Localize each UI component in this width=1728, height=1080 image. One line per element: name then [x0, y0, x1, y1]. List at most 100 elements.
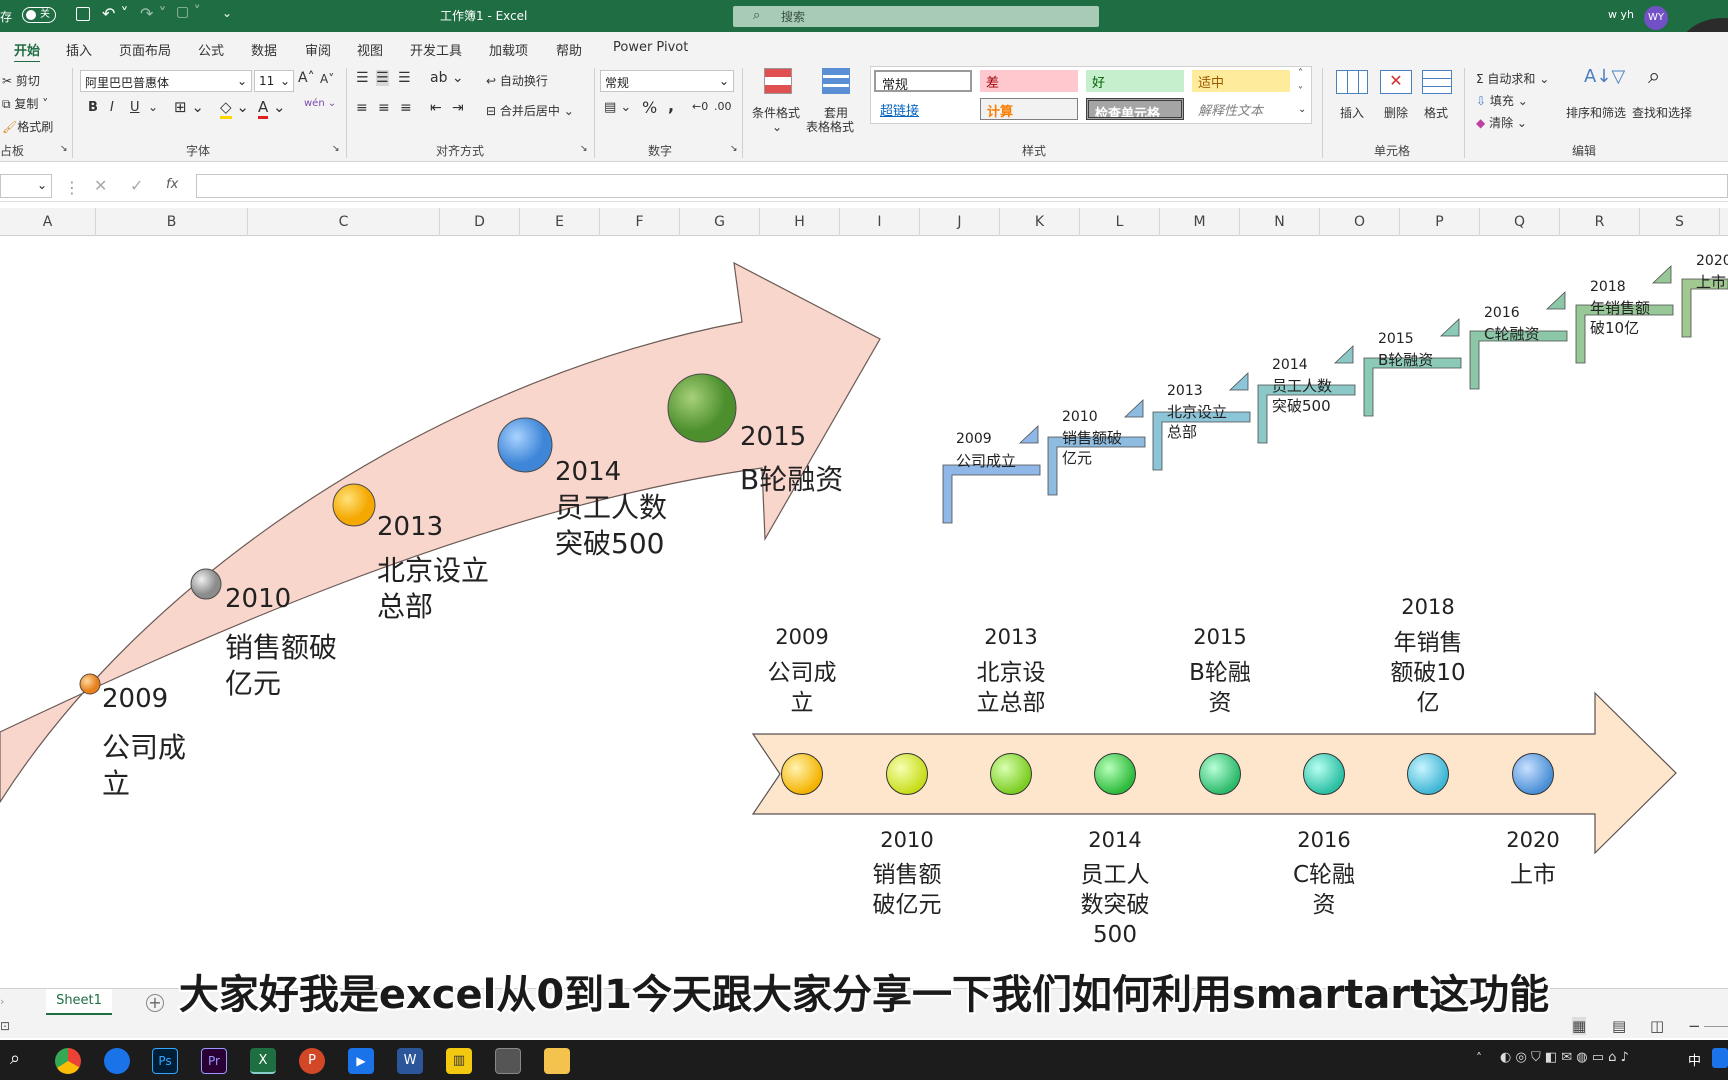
shrink-font-icon[interactable]: A˅ — [320, 72, 334, 86]
browser-icon[interactable] — [104, 1048, 130, 1074]
format-cells-icon[interactable] — [1422, 70, 1452, 94]
borders-icon[interactable]: ⊞ ⌄ — [174, 98, 204, 116]
conditional-format-button[interactable]: 条件格式 — [752, 104, 800, 121]
customize-qat-icon[interactable]: ⌄ — [222, 6, 232, 20]
tab-home[interactable]: 开始 — [14, 40, 41, 64]
insert-function-button[interactable]: fx — [166, 177, 178, 192]
table-format-line-2[interactable]: 表格格式 — [806, 118, 854, 135]
word-icon[interactable]: W — [397, 1048, 423, 1074]
fill-button[interactable]: ⇩ 填充 ⌄ — [1476, 92, 1528, 109]
tab-insert[interactable]: 插入 — [66, 40, 92, 59]
increase-indent-icon[interactable]: ⇥ — [452, 100, 464, 116]
style-neutral[interactable]: 适中 — [1192, 70, 1290, 92]
phonetic-icon[interactable]: wén ⌄ — [304, 98, 336, 109]
increase-decimal-icon[interactable]: ←0 — [692, 100, 708, 113]
percent-button[interactable]: % — [642, 98, 657, 117]
grow-font-icon[interactable]: A˄ — [298, 70, 315, 86]
column-header[interactable]: G — [680, 208, 760, 236]
autosave-toggle[interactable]: 关 — [22, 7, 56, 23]
format-cells-button[interactable]: 格式 — [1424, 104, 1448, 121]
column-header[interactable]: K — [1000, 208, 1080, 236]
style-bad[interactable]: 差 — [980, 70, 1078, 92]
cut-button[interactable]: ✂ 剪切 — [2, 72, 40, 89]
macro-record-icon[interactable]: ⊡ — [0, 1019, 10, 1033]
style-good[interactable]: 好 — [1086, 70, 1184, 92]
enter-icon[interactable]: ✓ — [130, 176, 143, 195]
style-calculation[interactable]: 计算 — [980, 98, 1078, 120]
bold-button[interactable]: B — [88, 100, 98, 115]
column-header[interactable]: H — [760, 208, 840, 236]
column-header[interactable]: F — [600, 208, 680, 236]
column-header[interactable]: D — [440, 208, 520, 236]
align-bottom-icon[interactable]: ☰ — [398, 70, 411, 86]
decrease-indent-icon[interactable]: ⇤ — [430, 100, 442, 116]
font-launcher-icon[interactable]: ↘ — [332, 144, 340, 154]
column-header[interactable]: P — [1400, 208, 1480, 236]
align-center-icon[interactable]: ≡ — [378, 100, 390, 116]
align-left-icon[interactable]: ≡ — [356, 100, 368, 116]
tab-page-layout[interactable]: 页面布局 — [119, 40, 171, 59]
zoom-slider[interactable] — [1704, 1026, 1728, 1027]
tray-icons[interactable]: ◐ ◎ ⛉ ◧ ✉ ◍ ▭ ⌂ ♪ — [1500, 1050, 1629, 1065]
tab-data[interactable]: 数据 — [251, 40, 277, 59]
gallery-more-icon[interactable]: ⌄ — [1298, 104, 1306, 115]
avatar[interactable]: WY — [1644, 6, 1668, 30]
file-explorer-icon[interactable] — [544, 1048, 570, 1074]
clipboard-launcher-icon[interactable]: ↘ — [60, 144, 68, 154]
autosum-button[interactable]: Σ 自动求和 ⌄ — [1476, 70, 1549, 87]
name-box[interactable]: ⌄ — [0, 174, 52, 198]
style-normal[interactable]: 常规 — [874, 70, 972, 92]
currency-icon[interactable]: ▤ ⌄ — [604, 100, 631, 115]
copy-button[interactable]: ⧉ 复制 ˅ — [2, 95, 48, 112]
merge-center-button[interactable]: ⊟ 合并后居中 ⌄ — [486, 102, 574, 119]
powerbi-icon[interactable]: ▥ — [446, 1048, 472, 1074]
comma-button[interactable]: , — [668, 96, 674, 115]
column-header[interactable]: R — [1560, 208, 1640, 236]
column-header[interactable]: M — [1160, 208, 1240, 236]
undo-icon[interactable]: ↶ ˅ — [102, 4, 129, 23]
column-header[interactable]: I — [840, 208, 920, 236]
find-icon[interactable]: ⌕ — [1648, 64, 1660, 89]
column-header[interactable]: C — [248, 208, 440, 236]
style-explanatory[interactable]: 解释性文本 — [1192, 98, 1290, 120]
column-header[interactable]: A — [0, 208, 96, 236]
notification-icon[interactable] — [1712, 1048, 1728, 1068]
cancel-icon[interactable]: ✕ — [94, 176, 107, 195]
chevron-down-icon[interactable]: ⌄ — [148, 100, 158, 114]
align-top-icon[interactable]: ☰ — [356, 70, 369, 86]
tab-addins[interactable]: 加载项 — [489, 40, 528, 59]
insert-cells-icon[interactable] — [1336, 70, 1368, 94]
column-header[interactable]: L — [1080, 208, 1160, 236]
table-format-icon[interactable] — [822, 68, 850, 94]
align-middle-icon[interactable]: ☰ — [376, 70, 389, 86]
align-right-icon[interactable]: ≡ — [400, 100, 412, 116]
formula-input[interactable] — [196, 174, 1728, 198]
font-name-select[interactable]: 阿里巴巴普惠体 ⌄ — [80, 70, 252, 92]
premiere-icon[interactable]: Pr — [201, 1048, 227, 1074]
orientation-icon[interactable]: ab ⌄ — [430, 70, 464, 86]
wrap-text-button[interactable]: ↩ 自动换行 — [486, 72, 548, 89]
shapes-icon[interactable]: ▢ ˅ — [176, 4, 201, 20]
underline-button[interactable]: U — [130, 100, 140, 115]
gallery-up-icon[interactable]: ˄ — [1298, 68, 1303, 79]
chrome-icon[interactable] — [55, 1048, 81, 1074]
sort-filter-icon[interactable]: A↓▽ — [1584, 66, 1625, 87]
conditional-format-icon[interactable] — [764, 68, 792, 94]
number-launcher-icon[interactable]: ↘ — [730, 144, 738, 154]
delete-cells-icon[interactable]: ✕ — [1380, 70, 1412, 94]
tab-developer[interactable]: 开发工具 — [410, 40, 462, 59]
style-check-cell[interactable]: 检查单元格 — [1086, 98, 1184, 120]
column-header[interactable]: J — [920, 208, 1000, 236]
tab-formulas[interactable]: 公式 — [198, 40, 224, 59]
excel-icon[interactable]: X — [250, 1048, 276, 1074]
search-icon[interactable]: ⌕ — [10, 1048, 20, 1069]
column-header[interactable]: O — [1320, 208, 1400, 236]
style-hyperlink[interactable]: 超链接 — [874, 98, 972, 120]
column-header[interactable]: E — [520, 208, 600, 236]
tab-view[interactable]: 视图 — [357, 40, 383, 59]
column-header[interactable]: N — [1240, 208, 1320, 236]
search-box[interactable]: ⌕ 搜索 — [733, 6, 1099, 27]
font-color-icon[interactable]: A ⌄ — [258, 98, 286, 119]
tab-review[interactable]: 审阅 — [305, 40, 331, 59]
clear-button[interactable]: ◆ 清除 ⌄ — [1476, 114, 1527, 131]
